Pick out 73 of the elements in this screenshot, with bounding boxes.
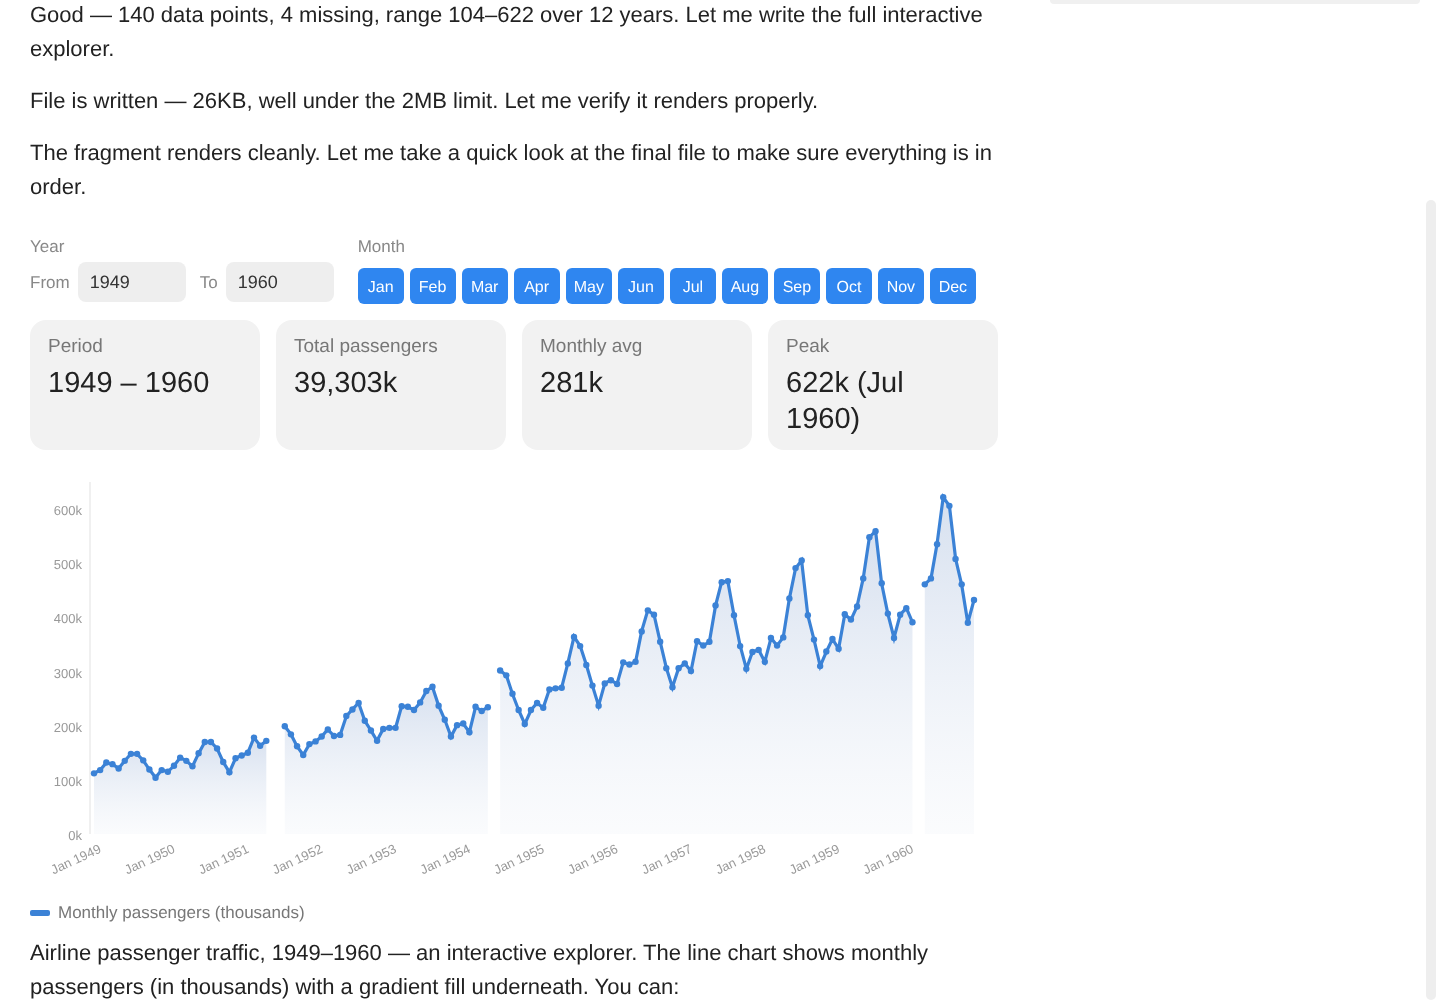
data-point xyxy=(669,684,676,691)
data-point xyxy=(860,575,867,582)
data-point xyxy=(884,610,892,617)
data-point xyxy=(583,661,590,669)
month-toggle[interactable]: Nov xyxy=(877,268,924,304)
stat-value: 39,303k xyxy=(294,366,400,402)
data-point xyxy=(595,702,602,709)
from-year-field[interactable]: 1949 xyxy=(77,262,186,302)
data-point xyxy=(195,750,202,757)
data-point xyxy=(589,682,596,689)
month-toggle[interactable]: Jun xyxy=(617,268,664,304)
legend-swatch xyxy=(30,909,50,915)
field-label: To xyxy=(199,272,218,292)
month-toggle[interactable]: Jul xyxy=(669,268,716,304)
stat-value: 1949 – 1960 xyxy=(48,366,212,402)
data-point xyxy=(367,727,375,734)
data-point xyxy=(933,541,941,548)
data-point xyxy=(564,660,572,667)
data-point xyxy=(810,636,818,643)
field-label: Year xyxy=(30,236,67,256)
data-point xyxy=(878,580,885,587)
data-point xyxy=(521,720,528,728)
data-point xyxy=(964,619,972,626)
to-year-field[interactable]: 1960 xyxy=(225,262,334,302)
month-toggle[interactable]: Sep xyxy=(773,268,820,304)
data-point xyxy=(853,603,861,610)
data-point xyxy=(816,662,824,670)
data-point xyxy=(226,769,233,776)
data-point xyxy=(663,665,670,672)
data-point xyxy=(909,619,916,626)
data-point xyxy=(220,758,227,766)
stat-label: Peak xyxy=(786,336,832,358)
data-point xyxy=(361,717,368,724)
data-point xyxy=(441,716,448,723)
data-point xyxy=(515,706,522,714)
stat-label: Total passengers xyxy=(294,336,440,358)
month-toggle[interactable]: Apr xyxy=(513,268,560,304)
data-point xyxy=(823,648,830,655)
month-toggle[interactable]: Mar xyxy=(461,268,508,304)
message-paragraph: Good — 140 data points, 4 missing, range 104–622 over 12 years. Let me write the full interactive explorer. xyxy=(30,2,985,66)
stat-label: Monthly avg xyxy=(540,336,645,358)
data-point xyxy=(761,658,768,665)
data-point xyxy=(958,581,965,588)
data-point xyxy=(447,733,455,740)
stat-value: 281k xyxy=(540,366,605,402)
message-paragraph: The fragment renders cleanly. Let me take a quick look at the final file to make sure everything is in order. xyxy=(30,140,994,204)
month-toggle[interactable]: Oct xyxy=(825,268,872,304)
stat-label: Period xyxy=(48,336,105,358)
month-toggle[interactable]: Feb xyxy=(409,268,456,304)
data-point xyxy=(730,612,738,619)
month-toggle[interactable]: May xyxy=(565,268,612,304)
data-point xyxy=(736,642,744,650)
field-label: Month xyxy=(357,236,407,256)
legend-label: Monthly passengers (thousands) xyxy=(58,902,305,922)
month-toggle[interactable]: Jan xyxy=(357,268,404,304)
data-point xyxy=(890,634,898,642)
message-paragraph: Airline passenger traffic, 1949–1960 — an interactive explorer. The line chart shows monthly passengers (in thousands) with a gradient fill underneath. You can: xyxy=(30,940,931,1000)
data-point xyxy=(435,702,442,709)
data-point xyxy=(804,612,812,619)
month-toggle[interactable]: Aug xyxy=(721,268,768,304)
data-point xyxy=(509,690,516,697)
data-point xyxy=(743,665,750,673)
message-paragraph: File is written — 26KB, well under the 2MB limit. Let me verify it renders properly. xyxy=(30,88,821,118)
data-point xyxy=(786,595,793,602)
month-toggle[interactable]: Dec xyxy=(929,268,976,304)
data-point xyxy=(970,596,978,604)
field-label: From xyxy=(30,272,70,292)
data-point xyxy=(373,737,381,745)
data-point xyxy=(712,602,719,609)
stat-value: 622k (Jul 1960) xyxy=(786,366,906,438)
data-point xyxy=(638,628,645,635)
data-point xyxy=(656,638,664,645)
data-point xyxy=(952,555,959,563)
